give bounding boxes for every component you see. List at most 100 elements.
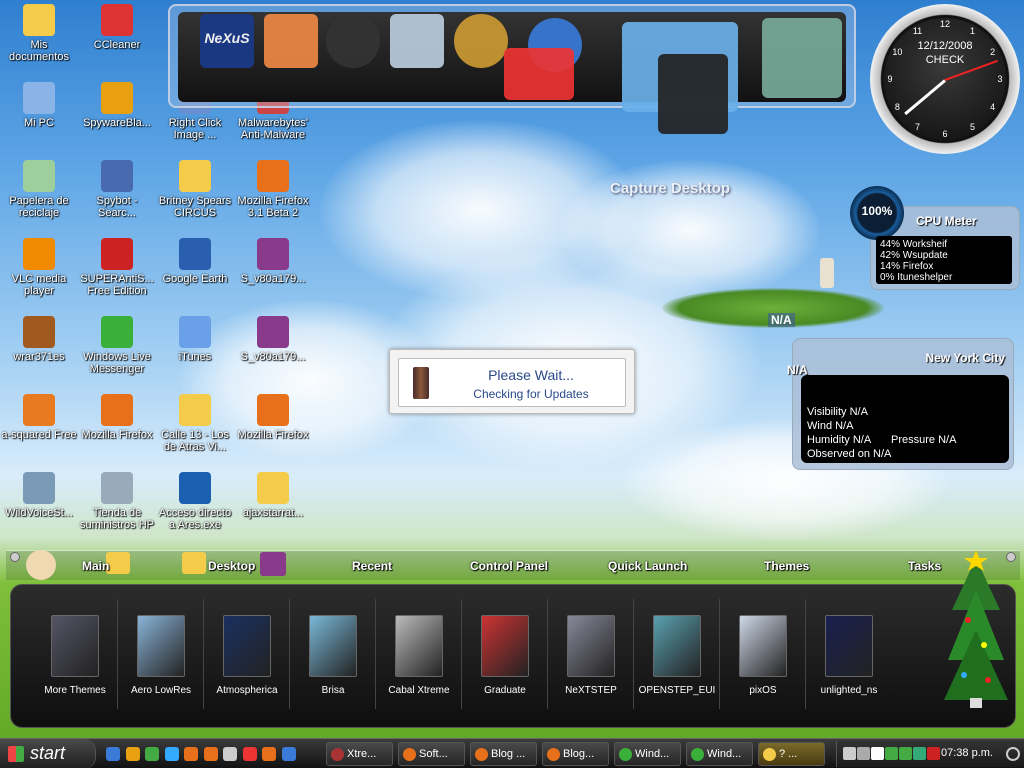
antivirus-icon[interactable] [927,747,940,760]
desktop-icon[interactable]: Calle 13 - Los de Atras Vi... [156,394,234,453]
theme-item[interactable]: More Themes [33,597,117,709]
theme-item[interactable]: NeXTSTEP [549,597,633,709]
launcher-tab-quick-launch[interactable]: Quick Launch [608,559,687,573]
taskbar-app-icon [691,748,704,761]
desktop-icon[interactable]: wrar371es [0,316,78,363]
network-icon[interactable] [857,747,870,760]
wallpaper-caption: Capture Desktop [610,180,731,197]
taskbar-button[interactable]: Wind... [686,742,753,766]
theme-divider [805,599,806,709]
desktop-icon[interactable]: Britney Spears CIRCUS [156,160,234,219]
theme-item[interactable]: Brisa [291,597,375,709]
theme-thumbnail [395,615,443,677]
firefox-icon[interactable] [262,747,276,761]
theme-item[interactable]: Aero LowRes [119,597,203,709]
desktop-icon[interactable]: Google Earth [156,238,234,285]
explorer-icon[interactable] [125,747,140,761]
ie-icon[interactable] [164,747,179,761]
desktop-icon[interactable]: Mozilla Firefox [78,394,156,441]
system-tray: 07:38 p.m. [836,741,1024,767]
theme-item[interactable]: OPENSTEP_EUI [635,597,719,709]
chrome-icon[interactable] [145,747,159,761]
launcher-tab-desktop[interactable]: Desktop [208,559,255,573]
taskbar-button[interactable]: Xtre... [326,742,393,766]
security-icon[interactable] [913,747,926,760]
desktop-icon[interactable]: ajaxstarrat... [234,472,312,519]
tools-icon[interactable] [223,747,237,761]
media-player-icon[interactable] [281,747,296,761]
messenger-icon[interactable] [885,747,898,760]
taskbar-button[interactable]: Blog... [542,742,609,766]
theme-item[interactable]: Graduate [463,597,547,709]
launcher-tab-tasks[interactable]: Tasks [908,559,941,573]
cpu-meter-gadget[interactable]: 100% CPU Meter 44% Worksheif 42% Wsupdat… [848,186,1020,290]
recycle-bin-icon[interactable] [390,14,444,68]
desktop-icon[interactable]: Mozilla Firefox 3.1 Beta 2 [234,160,312,219]
desktop-icon[interactable]: Windows Live Messenger [78,316,156,375]
desktop-icon[interactable]: Papelera de reciclaje [0,160,78,219]
desktop-icon[interactable]: SpywareBla... [78,82,156,129]
taskbar-button[interactable]: Soft... [398,742,465,766]
clock-gadget[interactable]: 12 1 2 3 4 5 6 7 8 9 10 11 12/12/2008 CHECK [870,4,1020,154]
desktop-icon[interactable]: a-squared Free [0,394,78,441]
tray-clock[interactable]: 07:38 p.m. [941,747,993,759]
desktop-icon-label: CCleaner [93,39,141,51]
nexus-logo-icon[interactable]: NeXuS [200,14,254,68]
windows-logo-icon[interactable] [264,14,318,68]
taskbar-button[interactable]: Wind... [614,742,681,766]
theme-label: Brisa [321,685,345,696]
desktop-icon-label: Spybot - Searc... [96,195,138,219]
weather-city: New York City [925,351,1005,365]
weather-gadget[interactable]: New York City N/A Visibility N/A Wind N/… [787,338,1014,470]
desktop-icon[interactable]: Mis documentos [0,4,78,63]
launcher-tab-control-panel[interactable]: Control Panel [470,559,548,573]
desktop-icon-label: Mozilla Firefox 3.1 Beta 2 [237,195,309,219]
launcher-tab-main[interactable]: Main [82,559,109,573]
launcher-tab-themes[interactable]: Themes [764,559,809,573]
taskbar-button[interactable]: ? ... [758,742,825,766]
opera-icon[interactable] [242,747,257,761]
firefox-icon[interactable] [184,747,198,761]
theme-item[interactable]: Cabal Xtreme [377,597,461,709]
power-icon[interactable] [1006,747,1020,761]
email-icon[interactable] [504,48,574,100]
desktop-icon[interactable]: Spybot - Searc... [78,160,156,219]
desktop-icon[interactable]: Mi PC [0,82,78,129]
network-globe-icon[interactable] [454,14,508,68]
messenger-icon[interactable] [899,747,912,760]
launcher-tab-recent[interactable]: Recent [352,559,392,573]
desktop-icon[interactable]: Mozilla Firefox [234,394,312,441]
desktop-icon[interactable]: WildVoiceSt... [0,472,78,519]
desktop-icon[interactable]: Acceso directo a Ares.exe [156,472,234,531]
taskbar-button-label: Blog ... [491,748,526,760]
cpu-percent: 100% [861,204,893,218]
camera-icon[interactable] [658,54,728,134]
start-button[interactable]: start [0,739,96,768]
desktop-icon[interactable]: iTunes [156,316,234,363]
theme-thumbnail [309,615,357,677]
system-clock-icon[interactable] [762,18,842,98]
speaker-icon[interactable] [843,747,856,760]
desktop-icon[interactable]: Tienda de suministros HP [78,472,156,531]
clock-label: CHECK [925,54,965,66]
firefox-icon[interactable] [203,747,218,761]
theme-item[interactable]: Atmospherica [205,597,289,709]
taskbar-button[interactable]: Blog ... [470,742,537,766]
show-desktop-icon[interactable] [106,747,120,761]
desktop-icon[interactable]: SUPERAntiS... Free Edition [78,238,156,297]
theme-item[interactable]: unlighted_ns [807,597,891,709]
avatar[interactable] [26,550,56,580]
launcher-pin-icon[interactable] [10,552,20,562]
keyboard-icon[interactable] [871,747,884,760]
desktop-icon[interactable]: S_v80a179... [234,316,312,363]
theme-item[interactable]: pixOS [721,597,805,709]
desktop-icon[interactable]: CCleaner [78,4,156,51]
theme-label: Cabal Xtreme [388,685,450,696]
desktop-icon[interactable]: S_v80a179... [234,238,312,285]
desktop-icon[interactable]: VLC media player [0,238,78,297]
clock-app-icon[interactable] [326,14,380,68]
desktop-icon-label: Windows Live Messenger [83,351,151,375]
taskbar-app-icon [331,748,344,761]
desktop-icon-label: Britney Spears CIRCUS [158,195,232,219]
desktop-icon-label: S_v80a179... [240,351,306,363]
